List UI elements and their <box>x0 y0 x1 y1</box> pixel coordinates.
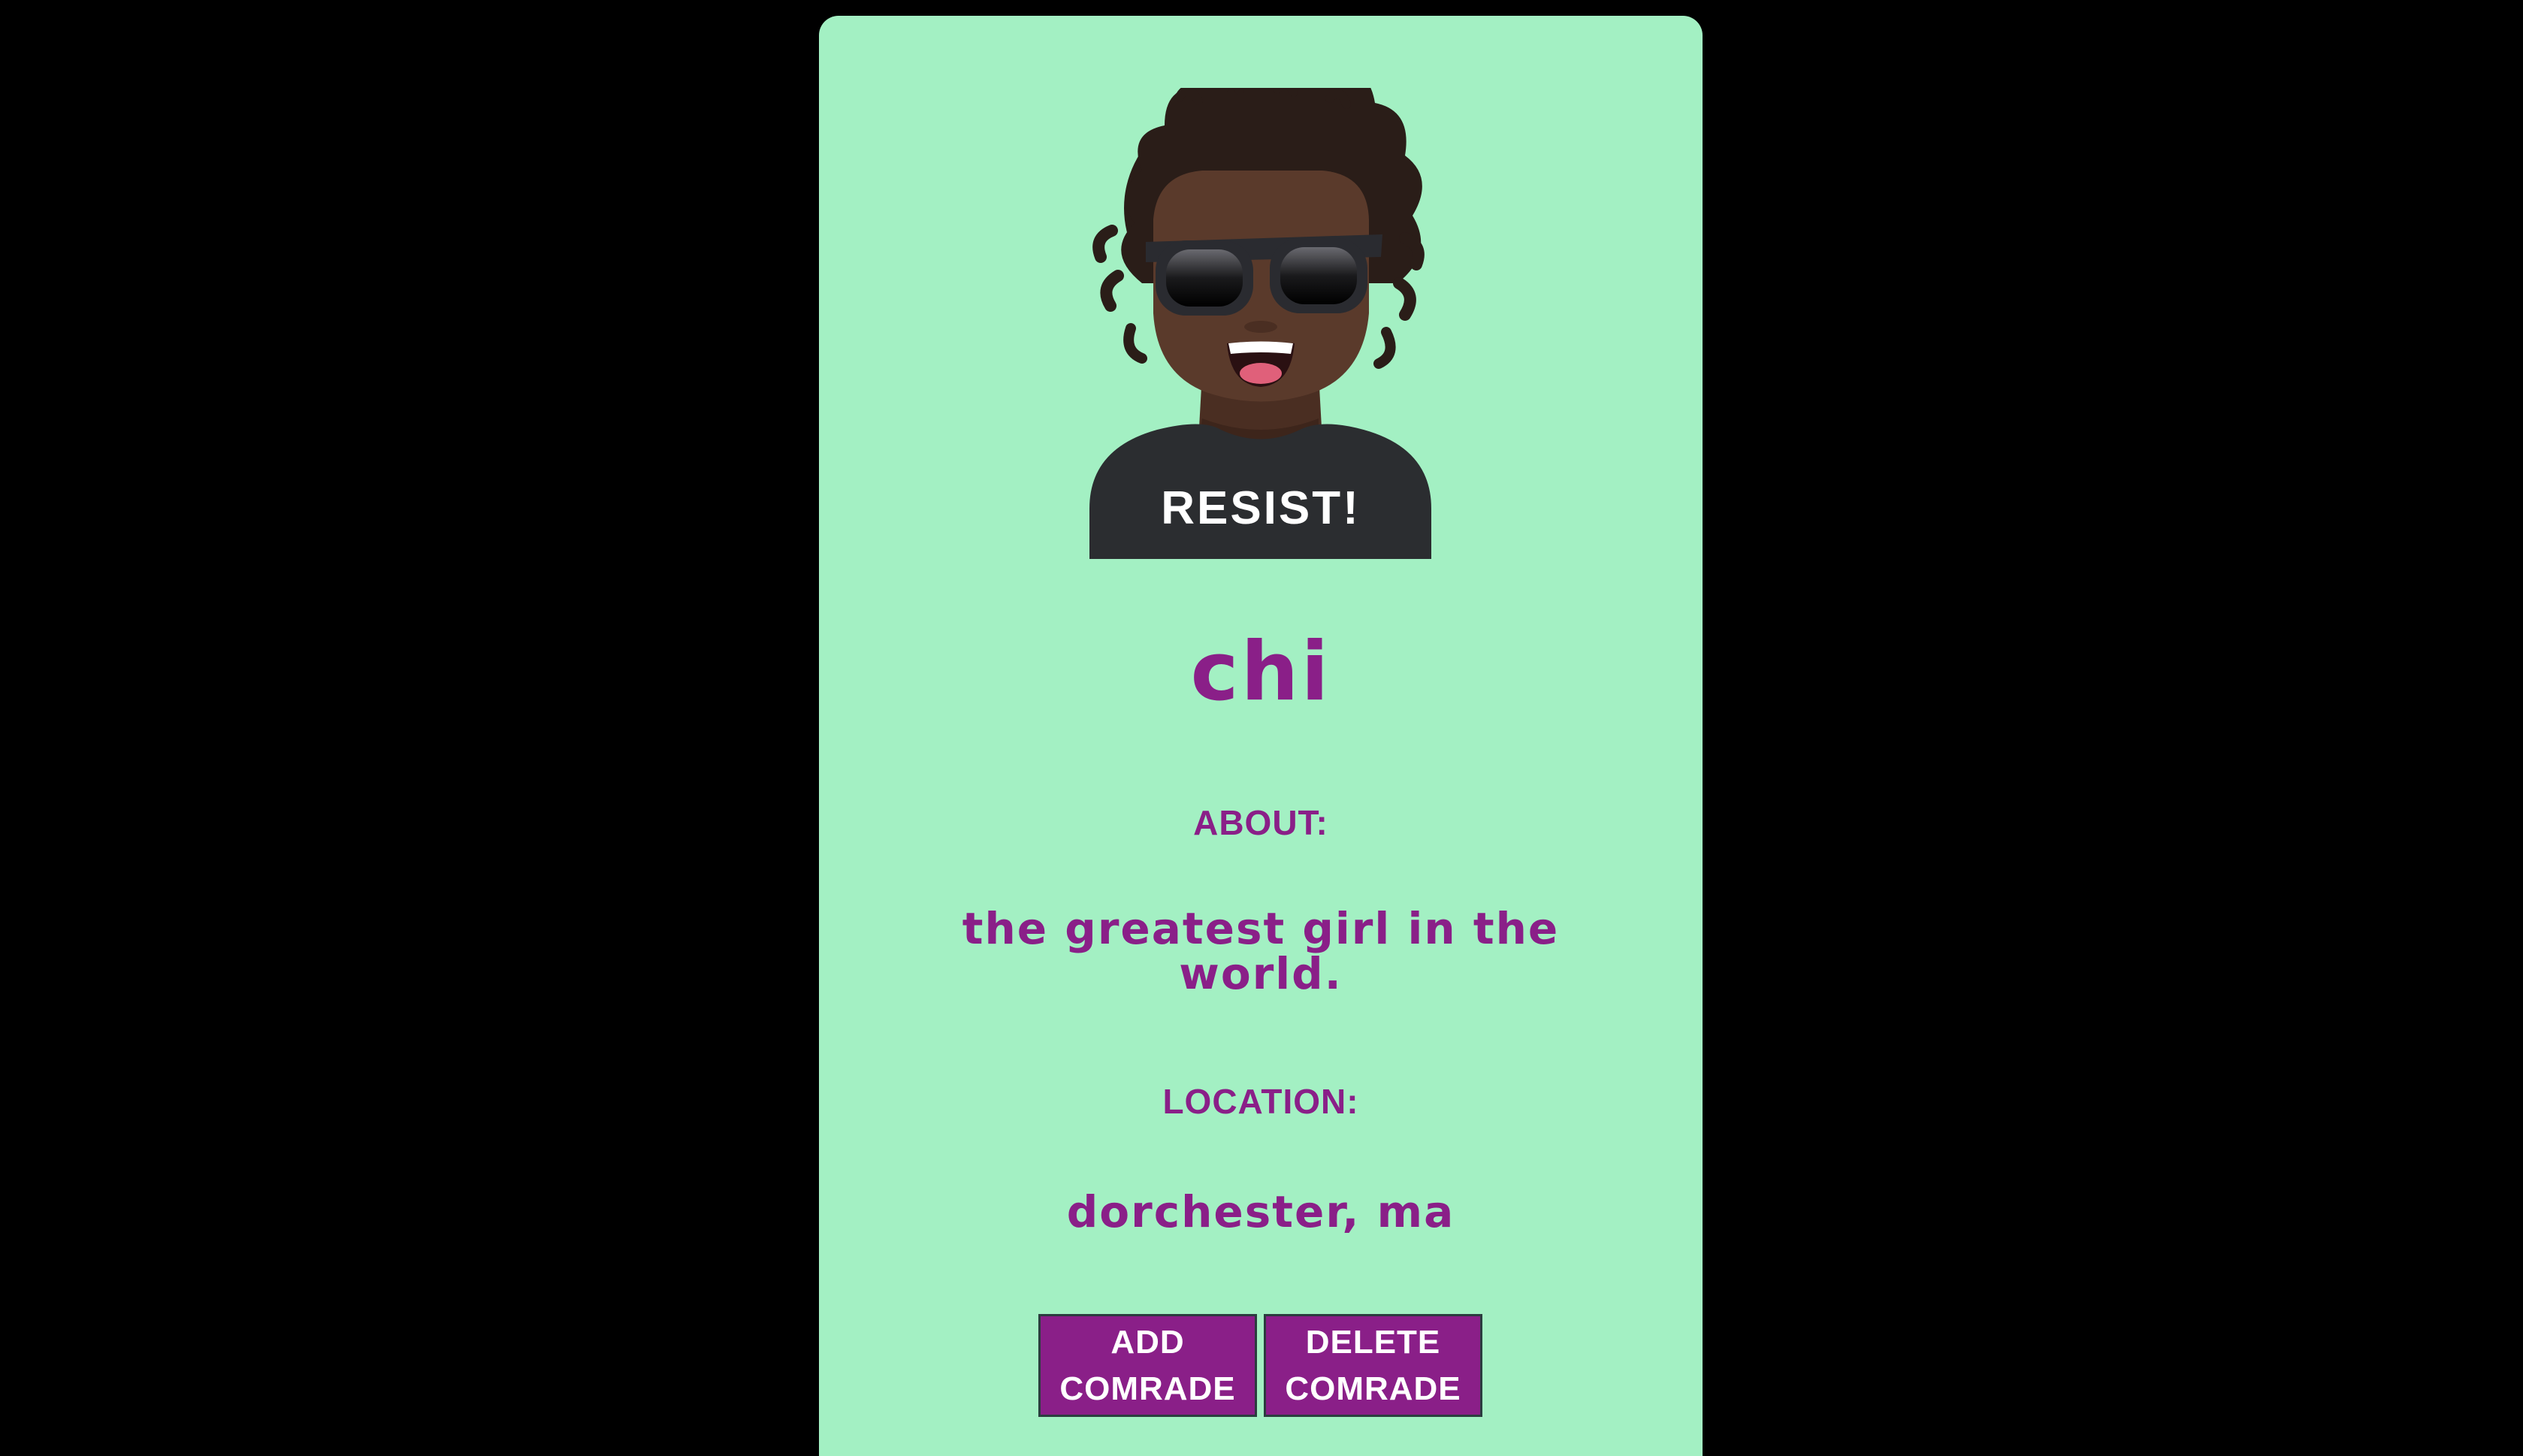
location-label: LOCATION: <box>1162 1082 1359 1121</box>
avatar: RESIST! <box>1089 88 1431 559</box>
delete-comrade-label-line2: COMRADE <box>1285 1370 1461 1407</box>
profile-username: chi <box>1190 625 1331 719</box>
profile-card: RESIST! chi ABOUT: the greatest girl in … <box>819 16 1703 1456</box>
about-text: the greatest girl in the world. <box>962 903 1560 999</box>
avatar-shirt-text: RESIST! <box>1161 482 1361 534</box>
about-label: ABOUT: <box>1193 803 1328 842</box>
delete-comrade-button[interactable]: DELETE COMRADE <box>1264 1314 1482 1417</box>
add-comrade-button[interactable]: ADD COMRADE <box>1038 1314 1257 1417</box>
add-comrade-label-line2: COMRADE <box>1059 1370 1236 1407</box>
add-comrade-label-line1: ADD <box>1110 1324 1185 1361</box>
location-text: dorchester, ma <box>1066 1186 1455 1237</box>
avatar-icon: RESIST! <box>1089 88 1431 559</box>
delete-comrade-label-line1: DELETE <box>1305 1324 1441 1361</box>
